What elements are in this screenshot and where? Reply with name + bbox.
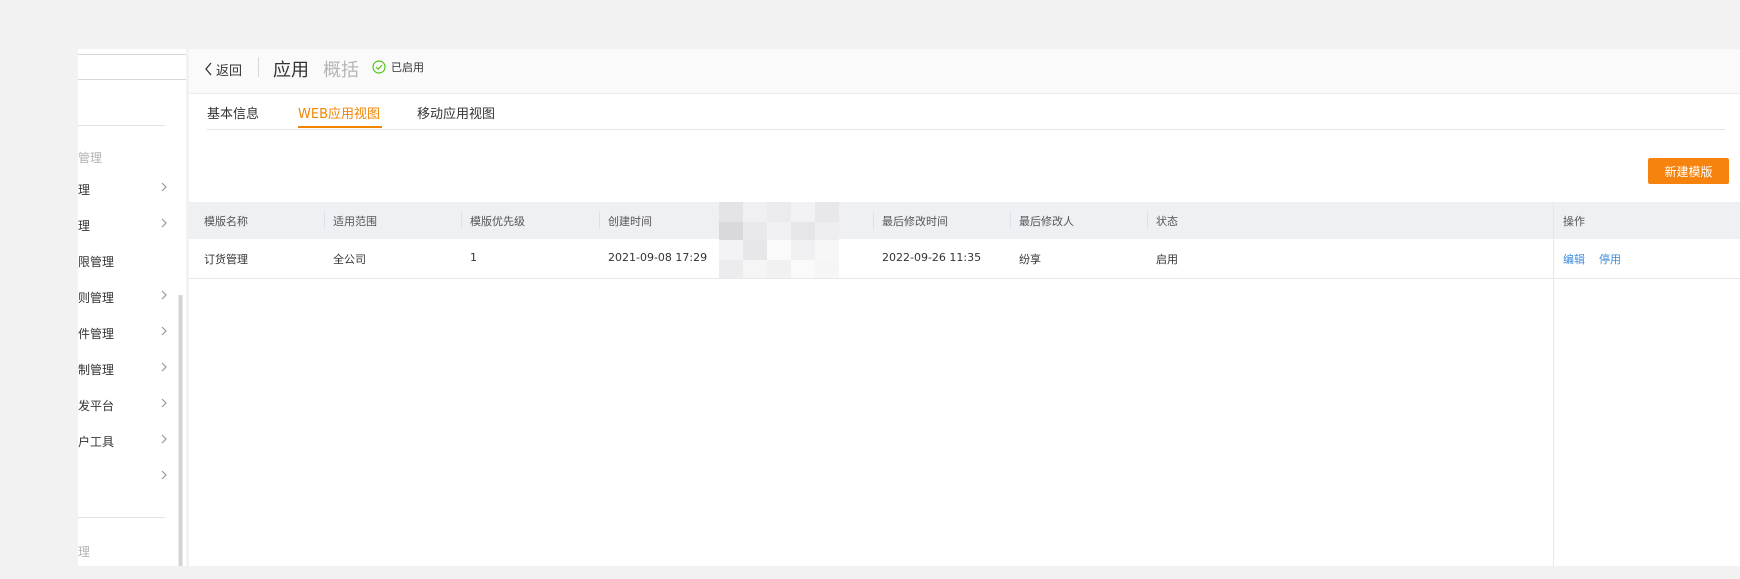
column-separator <box>1147 212 1148 229</box>
sidebar-item-label: 理 <box>78 183 91 197</box>
column-header-scope: 适用范围 <box>333 215 377 228</box>
tab-bar: 基本信息 WEB应用视图 移动应用视图 <box>207 93 1725 130</box>
back-label: 返回 <box>216 63 243 79</box>
chevron-right-icon <box>161 182 167 192</box>
column-separator <box>1010 212 1011 229</box>
sidebar-divider <box>78 125 165 126</box>
column-separator <box>461 212 462 229</box>
sidebar-item-label: 件管理 <box>78 327 115 341</box>
redaction-mosaic <box>719 202 839 278</box>
check-circle-icon <box>372 60 386 74</box>
cell-scope: 全公司 <box>333 253 366 266</box>
chevron-right-icon <box>161 290 167 300</box>
active-tab-indicator <box>298 126 382 128</box>
column-header-modified: 最后修改时间 <box>882 215 948 228</box>
sidebar-item-label: 制管理 <box>78 363 115 377</box>
sidebar-search-input[interactable] <box>78 54 186 80</box>
sidebar-scrollbar-thumb[interactable] <box>179 295 182 566</box>
table-row: 订货管理 全公司 1 2021-09-08 17:29 2022-09-26 1… <box>189 240 1740 279</box>
cell-status: 启用 <box>1156 253 1178 266</box>
column-separator <box>324 212 325 229</box>
table-header: 模版名称 适用范围 模版优先级 创建时间 最后修改时间 最后修改人 状态 操作 <box>189 202 1740 239</box>
sidebar-item-label: 发平台 <box>78 399 115 413</box>
chevron-right-icon <box>161 434 167 444</box>
chevron-left-icon <box>205 62 212 76</box>
sidebar-item-7[interactable]: 发平台 <box>78 387 178 423</box>
new-template-button[interactable]: 新建模版 <box>1648 158 1729 184</box>
column-header-modifier: 最后修改人 <box>1019 215 1074 228</box>
sidebar-item-label: 则管理 <box>78 291 115 305</box>
sidebar-item-6[interactable]: 制管理 <box>78 351 178 387</box>
sidebar-divider <box>78 517 165 518</box>
actions-column-border <box>1553 202 1554 566</box>
cell-priority: 1 <box>470 251 477 264</box>
disable-link[interactable]: 停用 <box>1599 253 1621 266</box>
column-separator <box>873 212 874 229</box>
sidebar-item-3[interactable]: 限管理 <box>78 243 178 279</box>
chevron-right-icon <box>161 398 167 408</box>
sidebar-item-label: 限管理 <box>78 255 115 269</box>
chevron-right-icon <box>161 470 167 480</box>
main-panel: 返回 应用 概括 已启用 基本信息 WEB应用视图 移动应用视图 新建模版 模版… <box>189 49 1740 566</box>
column-header-actions: 操作 <box>1563 215 1585 228</box>
tab-web-view[interactable]: WEB应用视图 <box>298 103 380 122</box>
sidebar: 管理 理 理 限管理 则管理 件管理 制管理 发平台 户工具 理 <box>78 49 186 566</box>
cell-modified: 2022-09-26 11:35 <box>882 251 982 264</box>
chevron-right-icon <box>161 218 167 228</box>
status-text: 已启用 <box>391 61 424 74</box>
sidebar-item-9[interactable] <box>78 459 178 495</box>
column-separator <box>599 212 600 229</box>
sidebar-item-4[interactable]: 则管理 <box>78 279 178 315</box>
column-header-status: 状态 <box>1156 215 1178 228</box>
chevron-right-icon <box>161 362 167 372</box>
column-header-created: 创建时间 <box>608 215 652 228</box>
edit-link[interactable]: 编辑 <box>1563 253 1585 266</box>
column-header-name: 模版名称 <box>204 215 248 228</box>
page-subtitle: 概括 <box>323 60 359 81</box>
sidebar-group-title: 管理 <box>78 151 103 165</box>
sidebar-item-label: 户工具 <box>78 435 115 449</box>
sidebar-group-title: 理 <box>78 545 91 559</box>
page-title: 应用 <box>273 60 309 81</box>
header-separator <box>258 57 259 77</box>
cell-name: 订货管理 <box>204 253 248 266</box>
cell-created: 2021-09-08 17:29 <box>608 251 708 264</box>
column-header-priority: 模版优先级 <box>470 215 525 228</box>
cell-modifier: 纷享 <box>1019 253 1041 266</box>
sidebar-item-1[interactable]: 理 <box>78 171 178 207</box>
tab-basic-info[interactable]: 基本信息 <box>207 103 259 122</box>
chevron-right-icon <box>161 326 167 336</box>
sidebar-item-8[interactable]: 户工具 <box>78 423 178 459</box>
sidebar-item-2[interactable]: 理 <box>78 207 178 243</box>
back-button[interactable]: 返回 <box>204 57 242 81</box>
page-header: 返回 应用 概括 已启用 <box>189 49 1740 94</box>
status-badge: 已启用 <box>372 59 424 75</box>
sidebar-item-label: 理 <box>78 219 91 233</box>
sidebar-item-5[interactable]: 件管理 <box>78 315 178 351</box>
tab-mobile-view[interactable]: 移动应用视图 <box>417 103 495 122</box>
